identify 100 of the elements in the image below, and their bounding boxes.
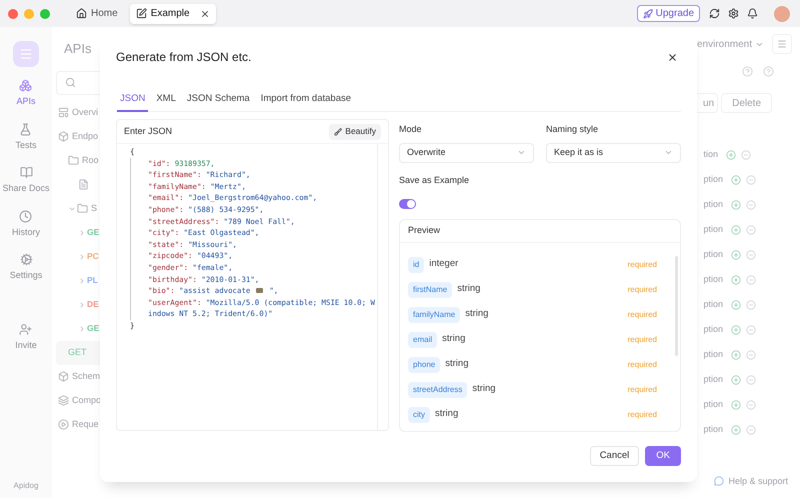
field-type: string: [445, 357, 468, 372]
bell-icon[interactable]: [747, 8, 758, 19]
sidebar-item[interactable]: Settings: [10, 269, 42, 282]
refresh-icon[interactable]: [709, 8, 720, 19]
tree-item[interactable]: S: [91, 202, 98, 216]
dialog-tab[interactable]: Import from database: [258, 89, 354, 112]
help-icon[interactable]: [763, 66, 774, 77]
remove-icon[interactable]: [746, 400, 756, 410]
add-icon[interactable]: [726, 150, 736, 160]
sidebar-item[interactable]: Tests: [15, 138, 36, 152]
add-icon[interactable]: [731, 225, 741, 235]
field-name-tag: email: [408, 332, 438, 348]
tree-item[interactable]: Roo: [82, 154, 99, 168]
tree-item[interactable]: Compo: [72, 394, 102, 408]
add-icon[interactable]: [731, 175, 741, 185]
tree-item[interactable]: Reque: [72, 418, 99, 432]
folder-icon: [68, 155, 79, 166]
tree-item[interactable]: Endpo: [72, 130, 98, 144]
chevron-icon[interactable]: [78, 300, 86, 308]
row-label: ption: [703, 348, 723, 362]
remove-icon[interactable]: [746, 200, 756, 210]
chevron-icon[interactable]: [78, 228, 86, 236]
boxes-icon[interactable]: [19, 79, 32, 92]
sidebar-item[interactable]: Share Docs: [2, 182, 50, 196]
beautify-button[interactable]: Beautify: [329, 124, 381, 140]
remove-icon[interactable]: [746, 300, 756, 310]
panel-title: APIs: [64, 40, 92, 58]
tree-item[interactable]: GE: [87, 322, 100, 335]
settings-icon[interactable]: [728, 8, 739, 19]
avatar[interactable]: [774, 6, 790, 22]
user-plus-icon[interactable]: [19, 322, 32, 336]
remove-icon[interactable]: [746, 425, 756, 435]
field-type: string: [472, 382, 496, 396]
book-icon[interactable]: [20, 166, 32, 179]
tree-item[interactable]: PC: [87, 250, 99, 263]
add-icon[interactable]: [731, 275, 741, 285]
add-icon[interactable]: [731, 425, 741, 435]
tree-item[interactable]: PL: [87, 274, 98, 287]
dialog-tab[interactable]: XML: [153, 89, 179, 112]
field-type: string: [457, 282, 480, 296]
chevron-icon: [664, 148, 673, 157]
required-label: required: [628, 384, 657, 396]
upgrade-button[interactable]: Upgrade: [636, 5, 700, 22]
select-field[interactable]: Overwrite: [399, 142, 534, 162]
sidebar-item[interactable]: APIs: [16, 95, 36, 108]
delete-button[interactable]: Delete: [721, 93, 772, 113]
tree-item[interactable]: DE: [87, 298, 99, 311]
row-label: tion: [703, 148, 718, 162]
toggle-switch[interactable]: [399, 199, 416, 209]
tree-item[interactable]: GE: [87, 226, 100, 239]
remove-icon[interactable]: [746, 250, 756, 260]
dialog-tab[interactable]: JSON: [117, 89, 148, 112]
flask-icon[interactable]: [19, 122, 32, 136]
remove-icon[interactable]: [740, 150, 751, 160]
clock-icon[interactable]: [19, 210, 32, 222]
field-name-tag: city: [408, 406, 430, 422]
add-icon[interactable]: [731, 400, 741, 410]
remove-icon[interactable]: [746, 225, 756, 235]
menu-icon[interactable]: [772, 34, 792, 54]
add-icon[interactable]: [731, 375, 741, 385]
required-label: required: [628, 258, 657, 270]
tree-item[interactable]: Schem: [72, 370, 100, 384]
chevron-icon[interactable]: [78, 324, 86, 332]
add-icon[interactable]: [731, 325, 741, 335]
add-icon[interactable]: [731, 250, 741, 260]
folder-icon: [77, 203, 88, 214]
row-label: ption: [703, 398, 723, 412]
tree-item[interactable]: Overvi: [72, 106, 98, 120]
cancel-button[interactable]: Cancel: [590, 446, 640, 466]
chat-icon[interactable]: [714, 476, 724, 486]
chevron-icon[interactable]: [78, 276, 86, 284]
chevron-icon[interactable]: [78, 252, 86, 260]
dialog-tab[interactable]: JSON Schema: [184, 89, 253, 112]
remove-icon[interactable]: [746, 275, 756, 285]
field-type: string: [442, 332, 466, 346]
close-icon[interactable]: [667, 52, 678, 62]
remove-icon[interactable]: [746, 175, 756, 185]
remove-icon[interactable]: [746, 375, 756, 385]
gear-icon[interactable]: [20, 253, 32, 266]
app-logo-icon: [13, 41, 39, 67]
help-icon[interactable]: [742, 66, 753, 77]
remove-icon[interactable]: [746, 350, 756, 360]
window-tab[interactable]: Home: [91, 6, 118, 21]
environment-select[interactable]: environment: [696, 34, 764, 54]
tree-item[interactable]: GET: [68, 346, 87, 360]
item-icon: [58, 419, 69, 430]
ok-button[interactable]: OK: [645, 446, 681, 466]
add-icon[interactable]: [731, 350, 741, 360]
select-field[interactable]: Keep it as is: [546, 142, 681, 162]
sidebar-item[interactable]: Invite: [15, 338, 37, 352]
close-icon[interactable]: [200, 8, 210, 18]
rocket-icon: [642, 8, 653, 18]
add-icon[interactable]: [731, 300, 741, 310]
add-icon[interactable]: [731, 200, 741, 210]
help-link[interactable]: Help & support: [728, 474, 788, 488]
remove-icon[interactable]: [746, 325, 756, 335]
sidebar-item[interactable]: History: [12, 226, 40, 239]
item-icon: [78, 179, 89, 190]
field-name-tag: familyName: [408, 306, 460, 322]
field-type: string: [435, 407, 458, 422]
